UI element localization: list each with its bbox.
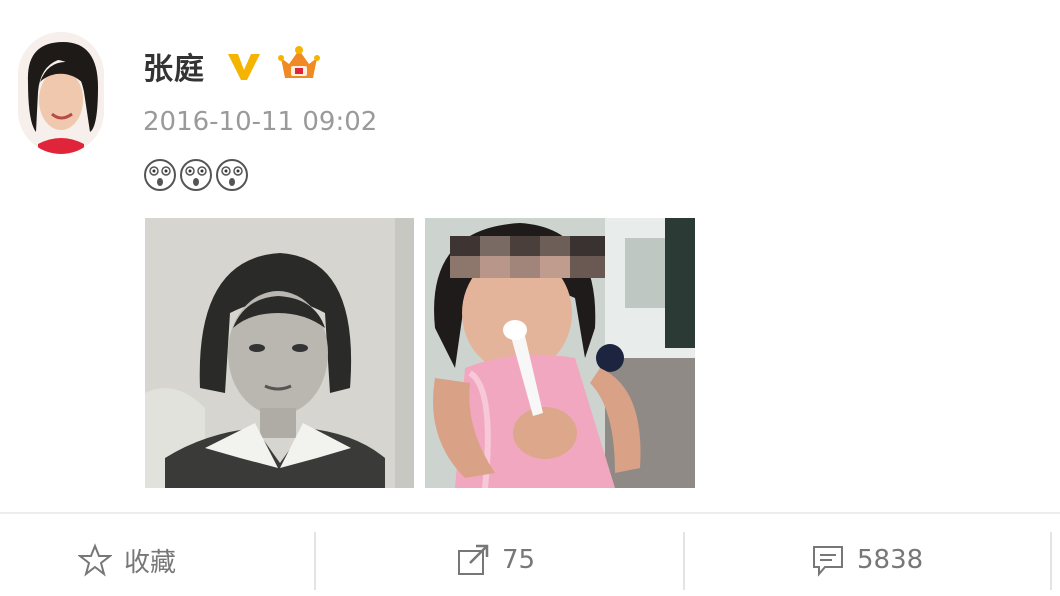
comment-button[interactable]: 5838 (811, 540, 923, 580)
post-timestamp[interactable]: 2016-10-11 09:02 (143, 107, 377, 137)
post-photo-2[interactable] (425, 218, 695, 488)
verified-v-icon (228, 54, 260, 80)
star-icon (78, 543, 112, 577)
action-separator (683, 532, 685, 590)
share-icon (458, 544, 489, 575)
divider (0, 512, 1060, 514)
author-name[interactable]: 张庭 (143, 44, 205, 88)
share-count: 75 (502, 545, 536, 575)
favorite-button[interactable]: 收藏 (78, 540, 176, 580)
favorite-label: 收藏 (124, 547, 177, 578)
crown-member-icon[interactable] (277, 44, 321, 84)
post-photo-1[interactable] (145, 218, 414, 488)
share-button[interactable]: 75 (456, 540, 535, 580)
shocked-face-icon (180, 159, 212, 191)
action-separator (314, 532, 316, 590)
avatar[interactable] (18, 32, 104, 154)
comment-icon (813, 546, 843, 577)
shocked-face-icon (216, 159, 248, 191)
comment-count: 5838 (857, 545, 924, 575)
post-content (143, 158, 249, 192)
action-separator (1050, 532, 1052, 590)
shocked-face-icon (144, 159, 176, 191)
